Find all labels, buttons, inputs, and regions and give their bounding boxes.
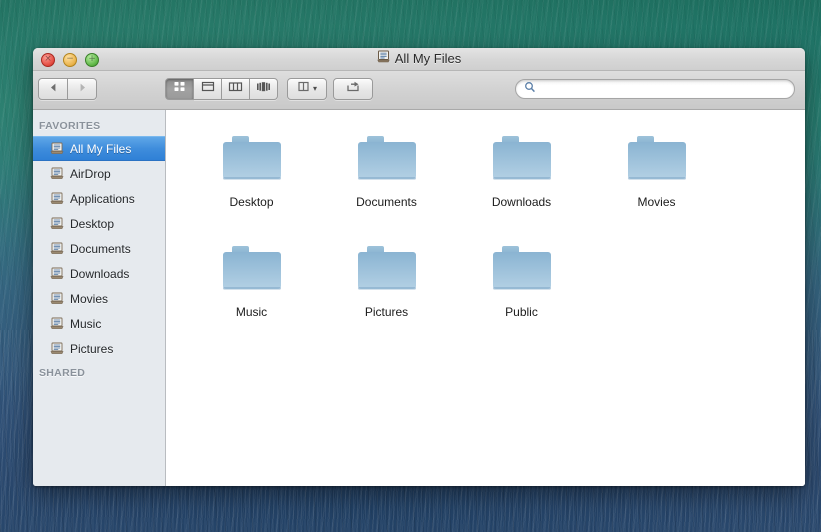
file-name-label: Downloads	[491, 195, 552, 209]
file-item[interactable]: Documents	[319, 124, 454, 234]
window-body: FAVORITES All My Files AirDrop Applicati…	[33, 110, 805, 486]
file-item[interactable]: Public	[454, 234, 589, 344]
sidebar-item-applications[interactable]: Applications	[33, 186, 165, 211]
document-icon	[50, 292, 64, 305]
arrange-icon	[297, 80, 310, 98]
document-icon	[50, 242, 64, 255]
share-menu	[333, 78, 373, 100]
window-title-text: All My Files	[394, 51, 462, 66]
file-name-label: Music	[235, 305, 268, 319]
file-browser-content[interactable]: Desktop Documents Downloads Movies Music…	[166, 110, 805, 486]
search-input[interactable]	[541, 82, 786, 96]
arrange-menu: ▾	[287, 78, 327, 100]
sidebar-item-label: Downloads	[70, 266, 130, 281]
file-name-label: Public	[505, 305, 538, 319]
file-item[interactable]: Downloads	[454, 124, 589, 234]
window-titlebar[interactable]: × − + All My Files	[33, 48, 805, 71]
sidebar-item-movies[interactable]: Movies	[33, 286, 165, 311]
folder-icon	[487, 238, 557, 298]
document-icon	[50, 192, 64, 205]
navigation-buttons	[38, 78, 97, 100]
share-button[interactable]	[333, 78, 373, 100]
search-field[interactable]	[515, 79, 795, 99]
sidebar-item-label: AirDrop	[70, 166, 111, 181]
icon-view-button[interactable]	[165, 78, 194, 100]
document-icon	[50, 342, 64, 355]
file-item[interactable]: Movies	[589, 124, 724, 234]
sidebar-item-airdrop[interactable]: AirDrop	[33, 161, 165, 186]
file-item[interactable]: Pictures	[319, 234, 454, 344]
coverflow-icon	[256, 80, 271, 98]
sidebar-section-shared-header: SHARED	[39, 367, 86, 379]
grid-icon	[173, 80, 186, 98]
sidebar-item-label: All My Files	[70, 141, 132, 156]
file-name-label: Desktop	[229, 195, 274, 209]
search-icon	[524, 80, 536, 98]
forward-button[interactable]	[68, 78, 97, 100]
back-button[interactable]	[38, 78, 68, 100]
view-mode-buttons	[165, 78, 278, 100]
document-icon	[50, 317, 64, 330]
sidebar-item-pictures[interactable]: Pictures	[33, 336, 165, 361]
window-toolbar: ▾	[33, 71, 805, 110]
folder-icon	[217, 238, 287, 298]
column-view-button[interactable]	[222, 78, 250, 100]
sidebar-item-all-my-files[interactable]: All My Files	[33, 136, 165, 161]
sidebar-item-label: Documents	[70, 241, 131, 256]
list-view-button[interactable]	[194, 78, 222, 100]
file-name-label: Pictures	[364, 305, 409, 319]
file-name-label: Documents	[356, 195, 417, 209]
folder-icon	[352, 128, 422, 188]
sidebar-item-label: Music	[70, 316, 102, 331]
desktop-wallpaper: × − + All My Files ▾ FAVORITES All My Fi…	[0, 0, 821, 532]
document-icon	[50, 217, 64, 230]
document-icon	[50, 142, 64, 155]
share-icon	[345, 80, 362, 98]
sidebar-item-documents[interactable]: Documents	[33, 236, 165, 261]
icon-grid: Desktop Documents Downloads Movies Music…	[166, 124, 805, 344]
forward-arrow-icon	[77, 80, 88, 98]
arrange-button[interactable]: ▾	[287, 78, 327, 100]
list-icon	[201, 80, 215, 98]
folder-icon	[352, 238, 422, 298]
sidebar-item-label: Movies	[70, 291, 109, 306]
window-title: All My Files	[33, 48, 805, 70]
sidebar-item-music[interactable]: Music	[33, 311, 165, 336]
sidebar-item-label: Applications	[70, 191, 135, 206]
back-arrow-icon	[48, 80, 59, 98]
file-item[interactable]: Music	[184, 234, 319, 344]
sidebar-item-desktop[interactable]: Desktop	[33, 211, 165, 236]
folder-icon	[487, 128, 557, 188]
sidebar-item-label: Pictures	[70, 341, 114, 356]
finder-window: × − + All My Files ▾ FAVORITES All My Fi…	[33, 48, 805, 486]
chevron-down-icon: ▾	[312, 84, 317, 93]
document-icon	[50, 267, 64, 280]
folder-icon	[217, 128, 287, 188]
coverflow-view-button[interactable]	[250, 78, 278, 100]
file-name-label: Movies	[637, 195, 676, 209]
file-item[interactable]: Desktop	[184, 124, 319, 234]
folder-icon	[622, 128, 692, 188]
document-icon	[50, 167, 64, 180]
all-my-files-icon	[377, 48, 390, 70]
sidebar-section-favorites-header: FAVORITES	[39, 120, 101, 132]
sidebar: FAVORITES All My Files AirDrop Applicati…	[33, 110, 166, 486]
sidebar-item-downloads[interactable]: Downloads	[33, 261, 165, 286]
sidebar-item-label: Desktop	[70, 216, 115, 231]
columns-icon	[228, 80, 243, 98]
